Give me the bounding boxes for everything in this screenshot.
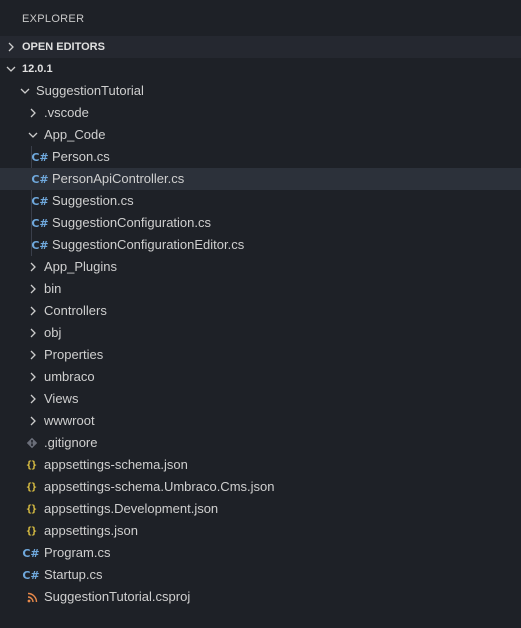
tree-folder-vscode[interactable]: .vscode bbox=[0, 102, 521, 124]
chevron-down-icon bbox=[19, 85, 31, 97]
json-file-icon: {} bbox=[25, 525, 37, 537]
tree-folder-properties[interactable]: Properties bbox=[0, 344, 521, 366]
tree-file-personapicontroller-cs[interactable]: C# PersonApiController.cs bbox=[0, 168, 521, 190]
chevron-down-icon bbox=[27, 129, 39, 141]
git-file-icon bbox=[25, 435, 39, 451]
tree-file-appsettings-schema-umbraco-cms-json[interactable]: {} appsettings-schema.Umbraco.Cms.json bbox=[0, 476, 521, 498]
tree-item-label: Suggestion.cs bbox=[52, 193, 134, 208]
tree-file-suggestiontutorial-csproj[interactable]: SuggestionTutorial.csproj bbox=[0, 586, 521, 608]
tree-item-label: Program.cs bbox=[44, 545, 111, 560]
tree-item-label: appsettings-schema.Umbraco.Cms.json bbox=[44, 479, 275, 494]
tree-item-label: SuggestionTutorial.csproj bbox=[44, 589, 191, 604]
explorer-panel: EXPLORER OPEN EDITORS 12.0.1 SuggestionT… bbox=[0, 0, 521, 628]
tree-folder-app-plugins[interactable]: App_Plugins bbox=[0, 256, 521, 278]
csharp-file-icon: C# bbox=[31, 216, 49, 230]
json-file-icon: {} bbox=[25, 459, 37, 471]
tree-item-label: Person.cs bbox=[52, 149, 110, 164]
tree-item-label: SuggestionTutorial bbox=[36, 83, 144, 98]
tree-file-suggestion-cs[interactable]: C# Suggestion.cs bbox=[0, 190, 521, 212]
tree-file-suggestionconfigurationeditor-cs[interactable]: C# SuggestionConfigurationEditor.cs bbox=[0, 234, 521, 256]
tree-item-label: .gitignore bbox=[44, 435, 98, 450]
tree-folder-controllers[interactable]: Controllers bbox=[0, 300, 521, 322]
csharp-file-icon: C# bbox=[31, 172, 49, 186]
tree-item-label: bin bbox=[44, 281, 62, 296]
chevron-right-icon bbox=[27, 371, 39, 383]
tree-file-appsettings-development-json[interactable]: {} appsettings.Development.json bbox=[0, 498, 521, 520]
csharp-file-icon: C# bbox=[31, 238, 49, 252]
tree-item-label: Startup.cs bbox=[44, 567, 103, 582]
chevron-right-icon bbox=[27, 393, 39, 405]
csharp-file-icon: C# bbox=[31, 194, 49, 208]
tree-folder-obj[interactable]: obj bbox=[0, 322, 521, 344]
tree-item-label: Controllers bbox=[44, 303, 107, 318]
json-file-icon: {} bbox=[25, 481, 37, 493]
json-file-icon: {} bbox=[25, 503, 37, 515]
tree-file-appsettings-json[interactable]: {} appsettings.json bbox=[0, 520, 521, 542]
tree-item-label: appsettings.json bbox=[44, 523, 138, 538]
tree-file-person-cs[interactable]: C# Person.cs bbox=[0, 146, 521, 168]
tree-item-label: umbraco bbox=[44, 369, 95, 384]
chevron-right-icon bbox=[5, 41, 17, 53]
tree-file-gitignore[interactable]: .gitignore bbox=[0, 432, 521, 454]
chevron-right-icon bbox=[27, 107, 39, 119]
csharp-file-icon: C# bbox=[31, 150, 49, 164]
chevron-right-icon bbox=[27, 261, 39, 273]
tree-item-label: appsettings.Development.json bbox=[44, 501, 219, 516]
chevron-right-icon bbox=[27, 349, 39, 361]
tree-folder-umbraco[interactable]: umbraco bbox=[0, 366, 521, 388]
tree-item-label: PersonApiController.cs bbox=[52, 171, 185, 186]
open-editors-section-header[interactable]: OPEN EDITORS bbox=[0, 36, 521, 58]
workspace-root-label: 12.0.1 bbox=[22, 63, 53, 75]
chevron-right-icon bbox=[27, 305, 39, 317]
tree-item-label: wwwroot bbox=[44, 413, 95, 428]
tree-item-label: .vscode bbox=[44, 105, 89, 120]
chevron-down-icon bbox=[5, 63, 17, 75]
tree-item-label: SuggestionConfigurationEditor.cs bbox=[52, 237, 245, 252]
workspace-root-section-header[interactable]: 12.0.1 bbox=[0, 58, 521, 80]
tree-file-appsettings-schema-json[interactable]: {} appsettings-schema.json bbox=[0, 454, 521, 476]
tree-item-label: obj bbox=[44, 325, 62, 340]
tree-folder-app-code[interactable]: App_Code bbox=[0, 124, 521, 146]
open-editors-label: OPEN EDITORS bbox=[22, 41, 105, 53]
tree-folder-bin[interactable]: bin bbox=[0, 278, 521, 300]
tree-item-label: SuggestionConfiguration.cs bbox=[52, 215, 211, 230]
explorer-title: EXPLORER bbox=[22, 13, 85, 25]
tree-item-label: Properties bbox=[44, 347, 104, 362]
tree-item-label: Views bbox=[44, 391, 79, 406]
chevron-right-icon bbox=[27, 283, 39, 295]
tree-folder-views[interactable]: Views bbox=[0, 388, 521, 410]
tree-item-label: App_Plugins bbox=[44, 259, 117, 274]
chevron-right-icon bbox=[27, 327, 39, 339]
tree-folder-wwwroot[interactable]: wwwroot bbox=[0, 410, 521, 432]
tree-folder-suggestiontutorial[interactable]: SuggestionTutorial bbox=[0, 80, 521, 102]
tree-item-label: App_Code bbox=[44, 127, 106, 142]
tree-file-program-cs[interactable]: C# Program.cs bbox=[0, 542, 521, 564]
chevron-right-icon bbox=[27, 415, 39, 427]
csharp-file-icon: C# bbox=[22, 546, 40, 560]
tree-file-startup-cs[interactable]: C# Startup.cs bbox=[0, 564, 521, 586]
tree-file-suggestionconfiguration-cs[interactable]: C# SuggestionConfiguration.cs bbox=[0, 212, 521, 234]
rss-file-icon bbox=[25, 589, 39, 605]
csharp-file-icon: C# bbox=[22, 568, 40, 582]
tree-item-label: appsettings-schema.json bbox=[44, 457, 188, 472]
